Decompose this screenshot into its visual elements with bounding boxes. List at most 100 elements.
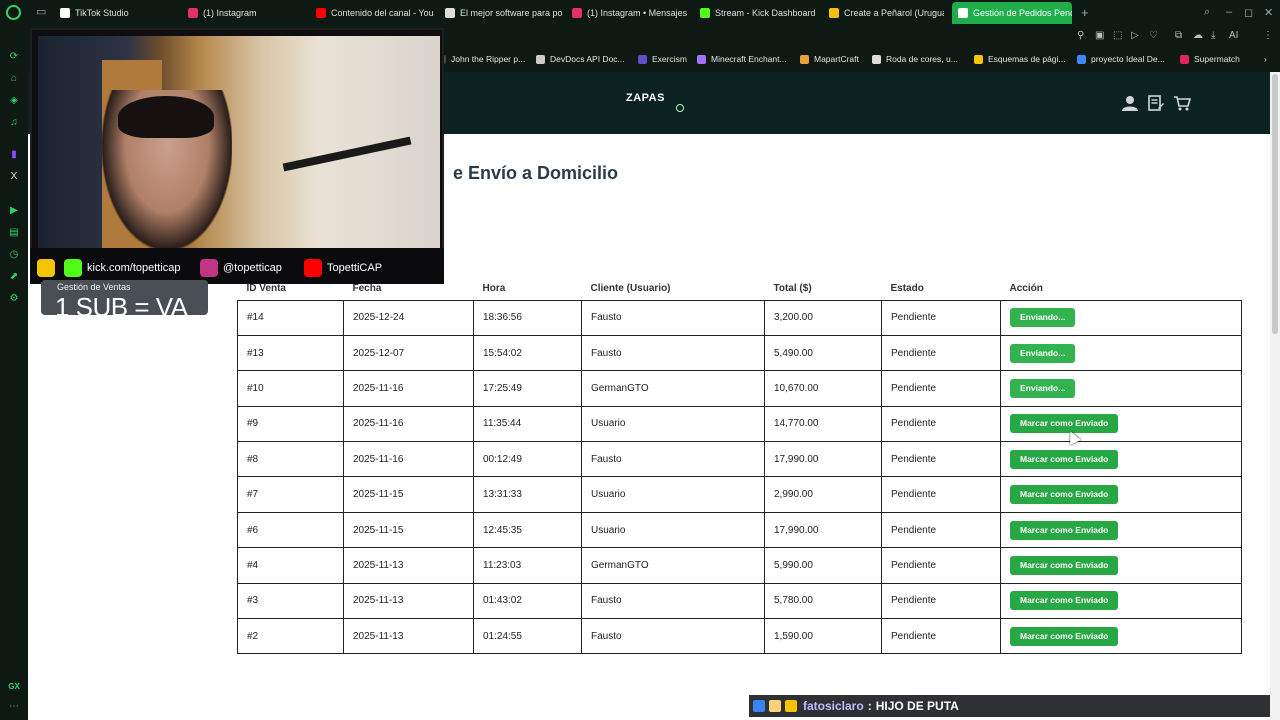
bookmark-favicon-icon [872,54,881,64]
sidebar-clock-icon[interactable]: ◷ [7,248,21,262]
webcam-headphones [118,96,214,138]
table-row: #8 2025-11-16 00:12:49 Fausto 17,990.00 Pendi… [237,441,1242,478]
bookmark-label: MapartCraft [814,54,859,64]
chat-username: fatosiclaro [803,699,864,713]
cell-hora: 12:45:35 [473,511,582,549]
sidebar-box-icon[interactable]: ▤ [7,226,21,240]
bookmark-item[interactable]: proyecto Ideal De... [1077,54,1165,64]
cell-estado: Pendiente [881,299,1001,336]
sending-button[interactable]: Enviando... [1010,308,1076,328]
ai-button[interactable]: AI [1229,30,1238,41]
bookmark-item[interactable]: Roda de cores, u... [872,54,958,64]
new-tab-button[interactable]: + [1081,5,1089,20]
bookmark-label: John the Ripper p... [451,54,526,64]
menu-icon[interactable]: ⋮ [1263,30,1273,41]
play-icon[interactable]: ▷ [1131,30,1139,41]
mark-shipped-button[interactable]: Marcar como Enviado [1010,555,1119,575]
browser-tab[interactable]: Stream - Kick Dashboard [700,2,822,24]
extensions-icon[interactable]: ⧉ [1175,30,1182,41]
chat-separator: : [867,699,872,713]
bookmark-label: proyecto Ideal De... [1091,54,1165,64]
browser-tab[interactable]: (1) Instagram [188,2,308,24]
heart-icon[interactable]: ♡ [1149,30,1158,41]
youtube-icon [304,259,322,277]
sidebar-shop-icon[interactable]: ⌂ [7,72,21,86]
tab-manager-icon[interactable]: ▭ [36,6,48,18]
cart-icon[interactable] [1173,94,1192,112]
tab-label: Gestión de Pedidos Pendi [973,8,1072,18]
sidebar-x-icon[interactable]: X [7,170,21,184]
tab-favicon-icon [316,8,326,18]
sidebar-share-icon[interactable]: ⬈ [7,270,21,284]
sidebar-refresh-icon[interactable]: ⟳ [7,50,21,64]
sidebar-music-icon[interactable]: ♫ [7,116,21,130]
bookmark-item[interactable]: Exercism [638,54,687,64]
bookmark-item[interactable]: DevDocs API Doc... [536,54,625,64]
sidebar-play-icon[interactable]: ▶ [7,204,21,218]
cell-fecha: 2025-12-24 [343,299,474,336]
browser-tab[interactable]: Create a Peñarol (Uruguay [829,2,944,24]
minimize-icon[interactable]: – [1226,6,1232,18]
orders-icon[interactable] [1147,94,1165,112]
cell-accion: Marcar como Enviado [1000,405,1242,443]
pin-icon[interactable]: ⚲ [1077,30,1084,41]
cell-fecha: 2025-11-16 [343,370,474,407]
cell-hora: 17:25:49 [473,370,582,407]
cell-cliente: Usuario [581,511,765,549]
tab-label: (1) Instagram [203,8,257,18]
social-link: TopettiCAP [304,259,382,277]
table-row: #7 2025-11-15 13:31:33 Usuario 2,990.00 Pendi… [237,476,1242,513]
browser-tab[interactable]: Gestión de Pedidos Pendi [952,2,1072,24]
bookmark-item[interactable]: John the Ripper p... [437,54,525,64]
sidebar-more-icon[interactable]: ⋯ [7,700,21,714]
sidebar-twitch-icon[interactable]: ▮ [7,148,21,162]
cloud-icon[interactable]: ☁ [1193,30,1203,41]
sidebar-whatsapp-icon[interactable]: ◈ [7,94,21,108]
cell-accion: Enviando... [1000,299,1242,336]
sending-button[interactable]: Enviando... [1010,378,1076,398]
cell-cliente: Usuario [581,405,765,443]
download-icon[interactable]: ⤓ [1211,30,1215,41]
mark-shipped-button[interactable]: Marcar como Enviado [1010,520,1119,540]
search-icon[interactable]: ⌕ [1204,6,1210,19]
maximize-icon[interactable]: ◻ [1244,6,1253,19]
screenshot-icon[interactable]: ▣ [1095,30,1104,41]
bookmarks-more-icon[interactable]: › [1264,54,1267,64]
mark-shipped-button[interactable]: Marcar como Enviado [1010,626,1119,646]
browser-tab[interactable]: TikTok Studio [60,2,180,24]
chat-sub-icon [785,700,797,712]
bookmark-item[interactable]: Minecraft Enchant... [697,54,787,64]
tab-label: (1) Instagram • Mensajes [587,8,688,18]
tab-favicon-icon [60,8,70,18]
bookmark-item[interactable]: Esquemas de pági... [974,54,1066,64]
mark-shipped-button[interactable]: Marcar como Enviado [1010,485,1119,505]
cell-total: 5,780.00 [764,582,882,620]
user-icon[interactable] [1121,94,1139,112]
snapshot-icon[interactable]: ⬚ [1113,30,1122,41]
mark-shipped-button[interactable]: Marcar como Enviado [1010,449,1119,469]
cell-id: #7 [237,476,344,513]
site-brand-logo[interactable]: ZAPAS [626,92,665,104]
browser-logo-icon[interactable] [6,5,21,20]
sidebar-settings-icon[interactable]: ⚙ [7,292,21,306]
cell-id: #6 [237,511,344,549]
browser-tab[interactable]: El mejor software para po [445,2,563,24]
bookmark-item[interactable]: Supermatch [1180,54,1240,64]
cell-total: 17,990.00 [764,511,882,549]
mark-shipped-button[interactable]: Marcar como Enviado [1010,414,1119,434]
cell-cliente: Fausto [581,441,765,478]
bookmark-label: Exercism [652,54,687,64]
bookmark-favicon-icon [1077,54,1086,64]
sidebar-gx-icon[interactable]: GX [7,680,21,694]
cell-total: 2,990.00 [764,476,882,513]
bookmark-item[interactable]: MapartCraft [800,54,859,64]
browser-tab[interactable]: Contenido del canal - You [316,2,434,24]
scrollbar-thumb[interactable] [1272,74,1278,334]
sending-button[interactable]: Enviando... [1010,343,1076,363]
table-row: #6 2025-11-15 12:45:35 Usuario 17,990.00 Pend… [237,511,1242,549]
mark-shipped-button[interactable]: Marcar como Enviado [1010,591,1119,611]
browser-tab[interactable]: (1) Instagram • Mensajes [572,2,692,24]
bookmark-favicon-icon [1180,54,1189,64]
close-icon[interactable]: ✕ [1264,6,1273,19]
tab-label: Stream - Kick Dashboard [715,8,816,18]
